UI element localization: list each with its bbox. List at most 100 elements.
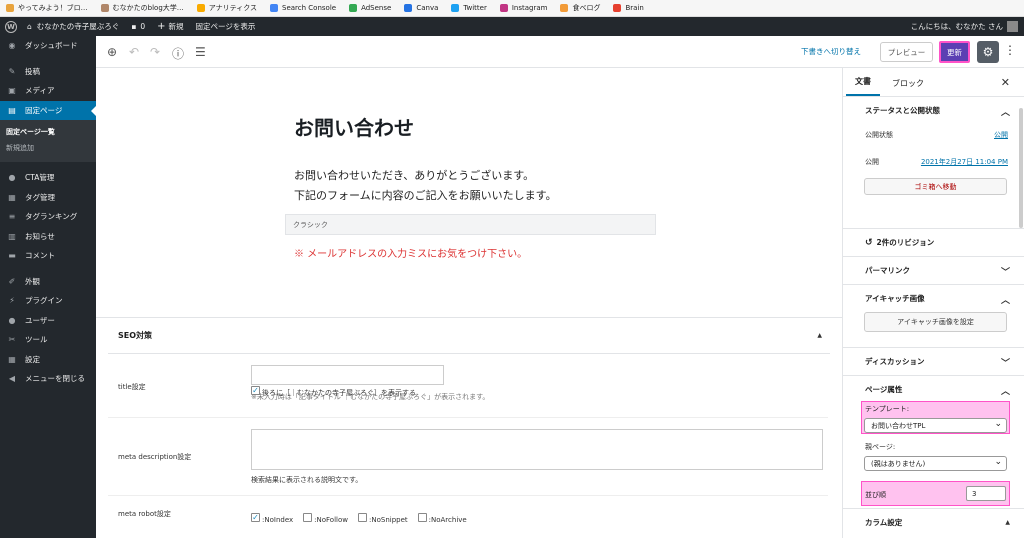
sidebar-item[interactable]: ◉ ダッシュボード: [0, 36, 96, 56]
sidebar-item[interactable]: ⚡ プラグイン: [0, 291, 96, 311]
avatar: [1007, 21, 1018, 32]
info-icon[interactable]: ⓘ: [172, 45, 184, 62]
robot-checkbox[interactable]: [303, 513, 313, 522]
eyecatch-header[interactable]: アイキャッチ画像 ︿: [843, 285, 1024, 312]
page-title[interactable]: お問い合わせ: [294, 112, 414, 141]
warning-text[interactable]: ※ メールアドレスの入力ミスにお気をつけ下さい。: [294, 245, 527, 260]
comments-link[interactable]: ▪ 0: [131, 22, 145, 31]
template-select[interactable]: お問い合わせTPL: [864, 418, 1007, 433]
sidebar-item[interactable]: ▬ コメント: [0, 246, 96, 266]
sidebar-item[interactable]: ▦ タグ管理: [0, 188, 96, 208]
update-button[interactable]: 更新: [939, 41, 970, 63]
sidebar-item[interactable]: ≡ タグランキング: [0, 207, 96, 227]
wordpress-logo-icon[interactable]: W: [5, 20, 17, 33]
bookmark-item[interactable]: Search Console: [270, 4, 336, 12]
comment-count: 0: [140, 22, 146, 31]
submenu-item[interactable]: 新規追加: [0, 140, 96, 156]
view-page-link[interactable]: 固定ページを表示: [196, 21, 256, 32]
bookmark-label: アナリティクス: [208, 4, 258, 12]
seo-title: SEO対策: [118, 331, 153, 340]
account-menu[interactable]: こんにちは、むなかた さん: [911, 21, 1018, 32]
sidebar-item[interactable]: ▥ お知らせ: [0, 227, 96, 247]
panel-scrollbar[interactable]: [1019, 108, 1023, 228]
page-attributes-header[interactable]: ページ属性 ︿: [843, 376, 1024, 403]
page-icon: ▤: [8, 105, 16, 115]
sidebar-item[interactable]: ▦ 設定: [0, 350, 96, 370]
parent-select[interactable]: (親はありません): [864, 456, 1007, 471]
column-header[interactable]: カラム設定 ▲: [843, 509, 1024, 536]
bookmark-favicon-icon: [404, 4, 413, 12]
bookmark-item[interactable]: Twitter: [451, 4, 487, 12]
chevron-down-icon: ﹀: [1000, 268, 1010, 278]
bookmark-item[interactable]: アナリティクス: [196, 3, 258, 13]
robot-checkbox[interactable]: [417, 513, 427, 522]
robot-option[interactable]: :NoFollow: [303, 507, 348, 526]
close-icon[interactable]: ✕: [1001, 76, 1010, 89]
switch-to-draft-button[interactable]: 下書きへ切り替え: [801, 46, 861, 57]
set-eyecatch-button[interactable]: アイキャッチ画像を設定: [864, 312, 1007, 332]
paragraph-block[interactable]: お問い合わせいただき、ありがとうございます。: [294, 167, 534, 183]
sidebar-item[interactable]: ◀ メニューを閉じる: [0, 369, 96, 389]
new-content-link[interactable]: + 新規: [157, 21, 183, 32]
bookmark-item[interactable]: AdSense: [349, 4, 391, 12]
sidebar-item-label: お知らせ: [25, 231, 55, 241]
robot-option[interactable]: :NoSnippet: [358, 507, 408, 526]
sidebar-item[interactable]: ✂ ツール: [0, 330, 96, 350]
chevron-up-icon: ︿: [1000, 387, 1010, 397]
classic-block[interactable]: クラシック: [285, 214, 656, 235]
sidebar-item[interactable]: ▣ メディア: [0, 81, 96, 101]
robot-option[interactable]: :NoArchive: [417, 507, 467, 526]
robot-checkbox[interactable]: [358, 513, 367, 522]
sidebar-item[interactable]: ● CTA管理: [0, 168, 96, 188]
bookmark-favicon-icon: [451, 4, 460, 12]
tab-document[interactable]: 文書: [846, 76, 880, 96]
trash-button[interactable]: ゴミ箱へ移動: [864, 178, 1007, 195]
tab-block[interactable]: ブロック: [883, 78, 933, 96]
block-navigation-icon[interactable]: ☰: [195, 45, 206, 59]
sidebar-item[interactable]: ● ユーザー: [0, 311, 96, 331]
discussion-section[interactable]: ディスカッション ﹀: [843, 348, 1024, 376]
bookmark-favicon-icon: [100, 4, 109, 12]
revisions-section[interactable]: ↺ 2件のリビジョン: [843, 229, 1024, 257]
status-header[interactable]: ステータスと公開状態 ︿: [843, 97, 1024, 124]
order-input[interactable]: 3: [966, 486, 1006, 501]
seo-header[interactable]: SEO対策 ▲: [108, 318, 830, 354]
preview-button[interactable]: プレビュー: [880, 42, 933, 62]
tag-icon: ▦: [8, 192, 16, 202]
sidebar-item[interactable]: ▤ 固定ページ: [0, 100, 96, 120]
bookmark-label: Twitter: [463, 4, 487, 12]
bookmark-item[interactable]: Instagram: [499, 4, 547, 12]
redo-icon[interactable]: ↷: [150, 45, 160, 59]
permalink-section[interactable]: パーマリンク ﹀: [843, 257, 1024, 285]
paragraph-block[interactable]: 下記のフォームに内容のご記入をお願いいたします。: [294, 187, 557, 203]
discussion-title: ディスカッション: [865, 357, 925, 366]
bookmarks-bar: やってみよう！ブロ… むなかたのblog大学… アナリティクス Search Cons…: [0, 0, 1024, 17]
bookmark-item[interactable]: むなかたのblog大学…: [100, 3, 184, 13]
robot-option[interactable]: ✓:NoIndex: [251, 507, 293, 526]
submenu-item[interactable]: 固定ページ一覧: [0, 124, 96, 140]
comment-icon: ▬: [8, 251, 16, 261]
bookmark-item[interactable]: Brain: [613, 4, 644, 12]
sidebar-item[interactable]: ✎ 投稿: [0, 62, 96, 82]
bookmark-label: むなかたのblog大学…: [112, 4, 184, 12]
add-block-icon[interactable]: ⊕: [107, 45, 117, 59]
home-link[interactable]: ⌂ むなかたの寺子屋ぶろぐ: [27, 21, 119, 32]
collapse-triangle-icon[interactable]: ▲: [817, 332, 822, 339]
more-options-icon[interactable]: ⋮: [1004, 43, 1016, 57]
publish-date-link[interactable]: 2021年2月27日 11:04 PM: [921, 157, 1008, 167]
bookmark-favicon-icon: [349, 4, 358, 12]
column-section: カラム設定▲ デフォルト1カラムにする: [843, 509, 1024, 538]
meta-description-textarea[interactable]: [251, 429, 823, 470]
eyecatch-title: アイキャッチ画像: [865, 294, 925, 303]
parent-label: 親ページ:: [865, 443, 896, 451]
settings-gear-icon[interactable]: ⚙: [977, 41, 999, 63]
bookmark-item[interactable]: Canva: [404, 4, 438, 12]
bookmark-item[interactable]: やってみよう！ブロ…: [6, 3, 88, 13]
parent-value: (親はありません): [871, 459, 926, 468]
bookmark-item[interactable]: 食べログ: [560, 3, 600, 13]
visibility-link[interactable]: 公開: [994, 130, 1008, 140]
sidebar-item[interactable]: ✐ 外観: [0, 272, 96, 292]
robot-checkbox[interactable]: ✓: [251, 513, 260, 522]
comment-icon: ▪: [131, 22, 137, 31]
undo-icon[interactable]: ↶: [129, 45, 139, 59]
